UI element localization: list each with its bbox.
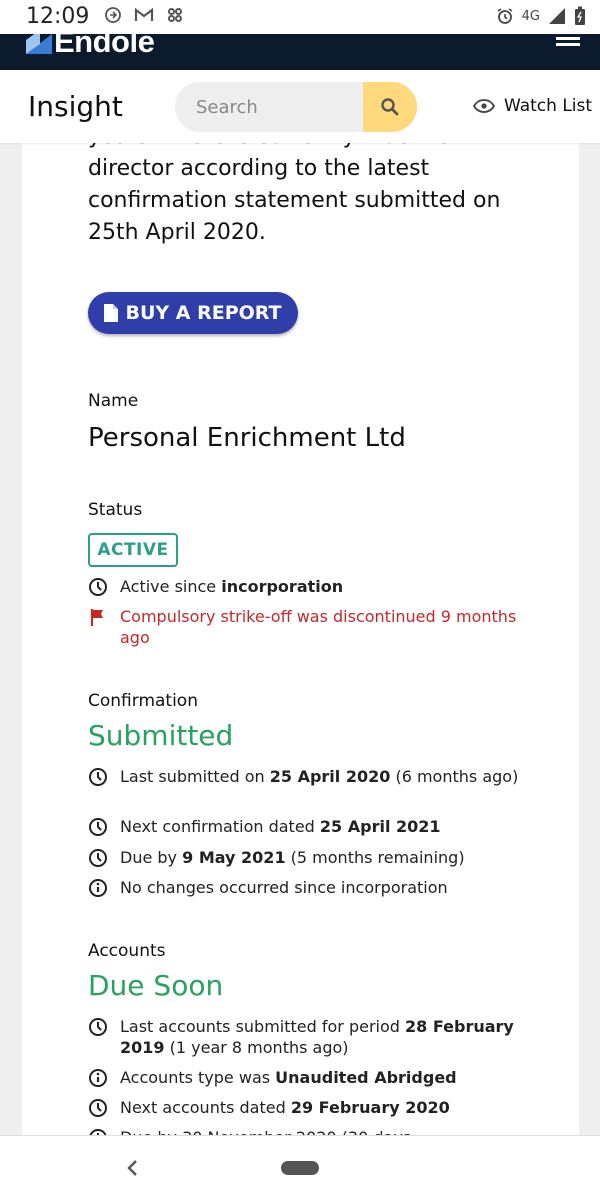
last-submitted-row: Last submitted on 25 April 2020 (6 month…: [88, 766, 528, 787]
brand-name: Endole: [54, 34, 155, 59]
next-accounts-row: Next accounts dated 29 February 2020: [88, 1097, 528, 1118]
clock-icon: [89, 1099, 107, 1117]
confirmation-label: Confirmation: [88, 691, 198, 711]
sync-icon: [105, 7, 121, 23]
network-type: 4G: [521, 8, 540, 24]
confirmation-status: Submitted: [88, 719, 234, 752]
strike-off-row: Compulsory strike-off was discontinued 9…: [88, 606, 528, 648]
status-label: Status: [88, 500, 143, 520]
info-icon: [89, 879, 107, 897]
watch-list-label: Watch List: [504, 96, 593, 116]
due-by-row: Due by 9 May 2021 (5 months remaining): [88, 847, 528, 868]
active-since-row: Active since incorporation: [88, 576, 528, 597]
brand-bar: Endole: [0, 34, 600, 70]
search-box: [175, 82, 417, 132]
clock-icon: [89, 768, 107, 786]
flag-icon: [90, 609, 103, 626]
clock-icon: [89, 849, 107, 867]
next-confirmation-row: Next confirmation dated 25 April 2021: [88, 816, 528, 837]
eye-icon: [473, 99, 495, 113]
company-overview-card: years. There is currently 1 active direc…: [22, 143, 579, 1135]
status-bar: 12:09 4G: [0, 0, 600, 34]
accounts-type-row: Accounts type was Unaudited Abridged: [88, 1067, 528, 1088]
info-icon: [89, 1069, 107, 1087]
endole-logo[interactable]: Endole: [26, 34, 155, 60]
page-title: Insight: [28, 90, 123, 123]
insight-header: Insight Watch List: [0, 70, 600, 143]
search-button[interactable]: [363, 82, 417, 132]
accounts-status: Due Soon: [88, 969, 224, 1002]
menu-icon[interactable]: [556, 34, 580, 46]
last-accounts-row: Last accounts submitted for period 28 Fe…: [88, 1016, 528, 1058]
system-nav-bar: [0, 1135, 600, 1200]
back-icon[interactable]: [122, 1156, 142, 1180]
buy-report-label: BUY A REPORT: [125, 302, 282, 324]
clock-icon: [89, 578, 107, 596]
name-label: Name: [88, 391, 139, 411]
document-icon: [104, 304, 119, 322]
company-name: Personal Enrichment Ltd: [88, 423, 406, 453]
gmail-icon: [134, 7, 154, 21]
clock-icon: [89, 1018, 107, 1036]
accounts-label: Accounts: [88, 941, 166, 961]
intro-text: years. There is currently 1 active direc…: [88, 143, 501, 245]
battery-icon: [575, 6, 585, 25]
status-time: 12:09: [26, 4, 90, 29]
buy-report-button[interactable]: BUY A REPORT: [88, 292, 298, 334]
endole-logo-icon: [26, 34, 52, 54]
signal-icon: [549, 8, 565, 24]
clock-icon: [89, 1129, 107, 1135]
search-input[interactable]: [175, 82, 363, 132]
alarm-icon: [497, 8, 513, 24]
search-icon: [381, 98, 399, 116]
slack-icon: [168, 8, 182, 22]
clock-icon: [89, 818, 107, 836]
no-changes-row: No changes occurred since incorporation: [88, 877, 528, 898]
accounts-due-row: Due by 30 November 2020 (30 days...: [88, 1127, 528, 1135]
watch-list-link[interactable]: Watch List: [473, 96, 592, 116]
home-pill[interactable]: [281, 1161, 319, 1175]
status-badge: ACTIVE: [88, 533, 178, 567]
